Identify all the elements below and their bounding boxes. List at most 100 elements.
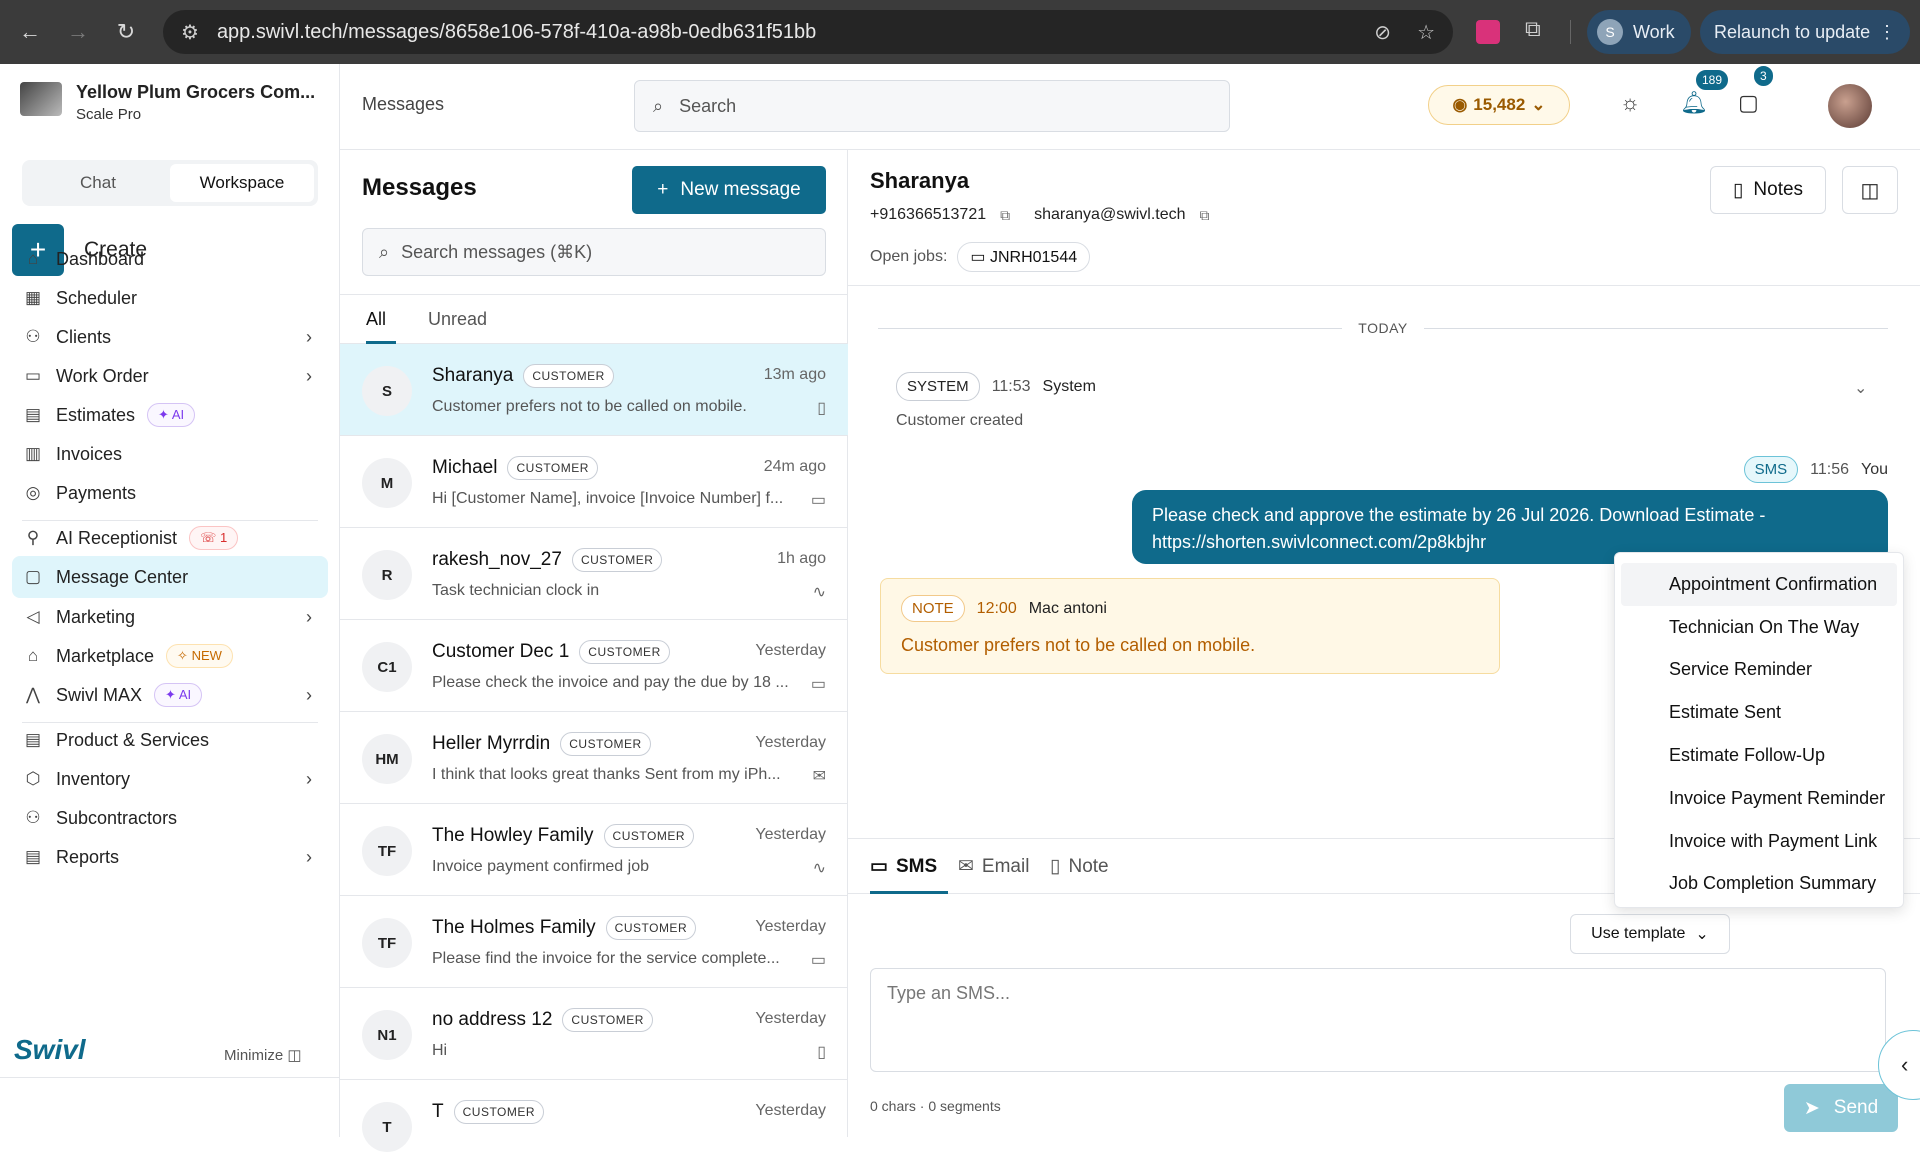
sidebar-item-payments[interactable]: ◎ Payments	[12, 472, 328, 514]
sidebar-item-invoices[interactable]: ▥ Invoices	[12, 433, 328, 475]
global-search-input[interactable]: ⌕ Search	[634, 80, 1230, 132]
extension-icon[interactable]	[1476, 20, 1500, 44]
menu-item[interactable]: Invoice with Payment Link	[1621, 820, 1897, 863]
sidebar-item-label: Marketplace	[56, 645, 155, 666]
notes-button[interactable]: ▯ Notes	[1710, 166, 1826, 214]
sidebar-item-ai-receptionist[interactable]: ⚲ AI Receptionist ☏ 1	[12, 517, 328, 559]
list-item[interactable]: S Sharanya CUSTOMER 13m ago Customer pref…	[340, 344, 848, 436]
sidebar-item-scheduler[interactable]: ▦ Scheduler	[12, 277, 328, 319]
invoice-icon: ▥	[24, 444, 42, 463]
list-item[interactable]: TF The Holmes Family CUSTOMER Yesterday P…	[340, 896, 848, 988]
sun-icon[interactable]: ☼	[1620, 90, 1640, 116]
message-preview: Hi [Customer Name], invoice [Invoice Num…	[432, 490, 784, 507]
tab-email[interactable]: ✉ Email	[958, 855, 1029, 878]
chevron-right-icon: ›	[306, 365, 312, 386]
note-icon: ▯	[817, 1044, 826, 1061]
tab-sms[interactable]: ▭ SMS	[870, 855, 937, 878]
list-item[interactable]: N1 no address 12 CUSTOMER Yesterday Hi ▯	[340, 988, 848, 1080]
sidebar-item-work-order[interactable]: ▭ Work Order ›	[12, 355, 328, 397]
customer-tag: CUSTOMER	[562, 1008, 653, 1032]
sidebar-item-swivl-max[interactable]: ⋀ Swivl MAX ✦ AI ›	[12, 674, 328, 716]
compose-placeholder: Type an SMS...	[887, 983, 1011, 1003]
avatar: C1	[362, 642, 412, 692]
sidebar-item-label: Swivl MAX	[56, 684, 143, 705]
activity-icon: ∿	[812, 860, 826, 877]
tab-unread[interactable]: Unread	[428, 309, 487, 330]
copy-icon[interactable]: ⧉	[1200, 207, 1210, 224]
sidebar-item-dashboard[interactable]: ⌂ Dashboard	[12, 238, 328, 280]
new-message-button[interactable]: + New message	[632, 166, 826, 214]
use-template-button[interactable]: Use template ⌄	[1570, 914, 1730, 954]
star-icon[interactable]: ☆	[1417, 20, 1435, 45]
chat-icon[interactable]: ▢	[1738, 90, 1759, 116]
sidebar-item-marketing[interactable]: ◁ Marketing ›	[12, 596, 328, 638]
toggle-workspace[interactable]: Workspace	[170, 164, 314, 202]
forward-icon[interactable]: →	[54, 19, 102, 45]
back-icon[interactable]: ←	[6, 19, 54, 45]
menu-item[interactable]: Technician On The Way	[1621, 606, 1897, 649]
puzzle-icon[interactable]: ⧉	[1525, 16, 1541, 42]
search-icon: ⌕	[379, 241, 390, 262]
contact-name: T	[432, 1101, 444, 1122]
eye-off-icon[interactable]: ⊘	[1374, 20, 1391, 45]
sidebar-item-estimates[interactable]: ▤ Estimates ✦ AI	[12, 394, 328, 436]
menu-item[interactable]: Invoice Payment Reminder	[1621, 777, 1897, 820]
tab-all[interactable]: All	[366, 309, 386, 330]
profile-button[interactable]: S Work	[1587, 10, 1691, 54]
toggle-chat[interactable]: Chat	[26, 164, 170, 202]
contact-name: Sharanya	[432, 365, 514, 386]
message-preview: Invoice payment confirmed job	[432, 858, 649, 875]
url-text: app.swivl.tech/messages/8658e106-578f-41…	[216, 20, 817, 43]
list-item[interactable]: R rakesh_nov_27 CUSTOMER 1h ago Task tech…	[340, 528, 848, 620]
mail-icon: ✉	[958, 856, 974, 877]
avatar[interactable]	[1828, 84, 1872, 128]
bell-icon[interactable]: 🔔︎	[1680, 90, 1708, 116]
list-item[interactable]: M Michael CUSTOMER 24m ago Hi [Customer N…	[340, 436, 848, 528]
site-info-icon[interactable]: ⚙	[181, 20, 199, 45]
sidebar-item-inventory[interactable]: ⬡ Inventory ›	[12, 758, 328, 800]
minimize-button[interactable]: Minimize ◫	[224, 1046, 302, 1064]
sidebar-item-marketplace[interactable]: ⌂ Marketplace ✧ NEW	[12, 635, 328, 677]
sidebar-item-message-center[interactable]: ▢ Message Center	[12, 556, 328, 598]
sms-chip: SMS	[1743, 456, 1799, 483]
sms-icon: ▭	[870, 856, 888, 877]
toggle-panel-button[interactable]: ◫	[1842, 166, 1898, 214]
relaunch-button[interactable]: Relaunch to update ⋮	[1700, 10, 1910, 54]
template-menu: Appointment Confirmation Technician On T…	[1614, 552, 1904, 908]
list-item[interactable]: C1 Customer Dec 1 CUSTOMER Yesterday Plea…	[340, 620, 848, 712]
email-address: sharanya@swivl.tech	[1034, 206, 1186, 223]
badge-text: 1	[219, 530, 228, 545]
list-item[interactable]: TF The Howley Family CUSTOMER Yesterday I…	[340, 804, 848, 896]
reload-icon[interactable]: ↻	[102, 19, 150, 45]
note-card: NOTE 12:00 Mac antoni Customer prefers n…	[880, 578, 1500, 674]
menu-item[interactable]: Appointment Confirmation	[1621, 563, 1897, 606]
contact-name: Customer Dec 1	[432, 641, 570, 662]
address-bar[interactable]: ⚙ app.swivl.tech/messages/8658e106-578f-…	[163, 10, 1453, 54]
tab-note[interactable]: ▯ Note	[1050, 855, 1109, 878]
menu-item[interactable]: Estimate Follow-Up	[1621, 734, 1897, 777]
chevron-right-icon: ›	[306, 606, 312, 627]
coins-button[interactable]: ◉ 15,482 ⌄	[1428, 85, 1570, 125]
send-button[interactable]: ➤ Send	[1784, 1084, 1898, 1132]
sidebar-item-label: Marketing	[56, 606, 136, 627]
sms-compose-input[interactable]: Type an SMS...	[870, 968, 1886, 1072]
max-icon: ⋀	[26, 685, 40, 704]
list-item[interactable]: T T CUSTOMER Yesterday	[340, 1080, 848, 1172]
sidebar-item-clients[interactable]: ⚇ Clients ›	[12, 316, 328, 358]
message-search-input[interactable]: ⌕ Search messages (⌘K)	[362, 228, 826, 276]
company-switcher[interactable]: Yellow Plum Grocers Com... Scale Pro	[20, 82, 315, 123]
menu-item[interactable]: Service Reminder	[1621, 649, 1897, 692]
menu-item[interactable]: Job Completion Summary	[1621, 863, 1897, 906]
notification-count: 189	[1694, 68, 1731, 92]
copy-icon[interactable]: ⧉	[1000, 207, 1010, 224]
list-item[interactable]: HM Heller Myrrdin CUSTOMER Yesterday I th…	[340, 712, 848, 804]
sidebar-item-reports[interactable]: ▤ Reports ›	[12, 836, 328, 878]
sidebar-item-subcontractors[interactable]: ⚇ Subcontractors	[12, 797, 328, 839]
note-time: 12:00	[976, 599, 1017, 617]
chevron-down-icon[interactable]: ⌄	[1854, 378, 1867, 398]
sidebar-item-product-services[interactable]: ▤ Product & Services	[12, 719, 328, 761]
menu-item[interactable]: Estimate Sent	[1621, 691, 1897, 734]
job-chip[interactable]: ▭ JNRH01544	[957, 242, 1091, 272]
sidebar-item-label: Work Order	[56, 365, 149, 386]
sidebar-toggle-icon: ◫	[287, 1047, 302, 1064]
